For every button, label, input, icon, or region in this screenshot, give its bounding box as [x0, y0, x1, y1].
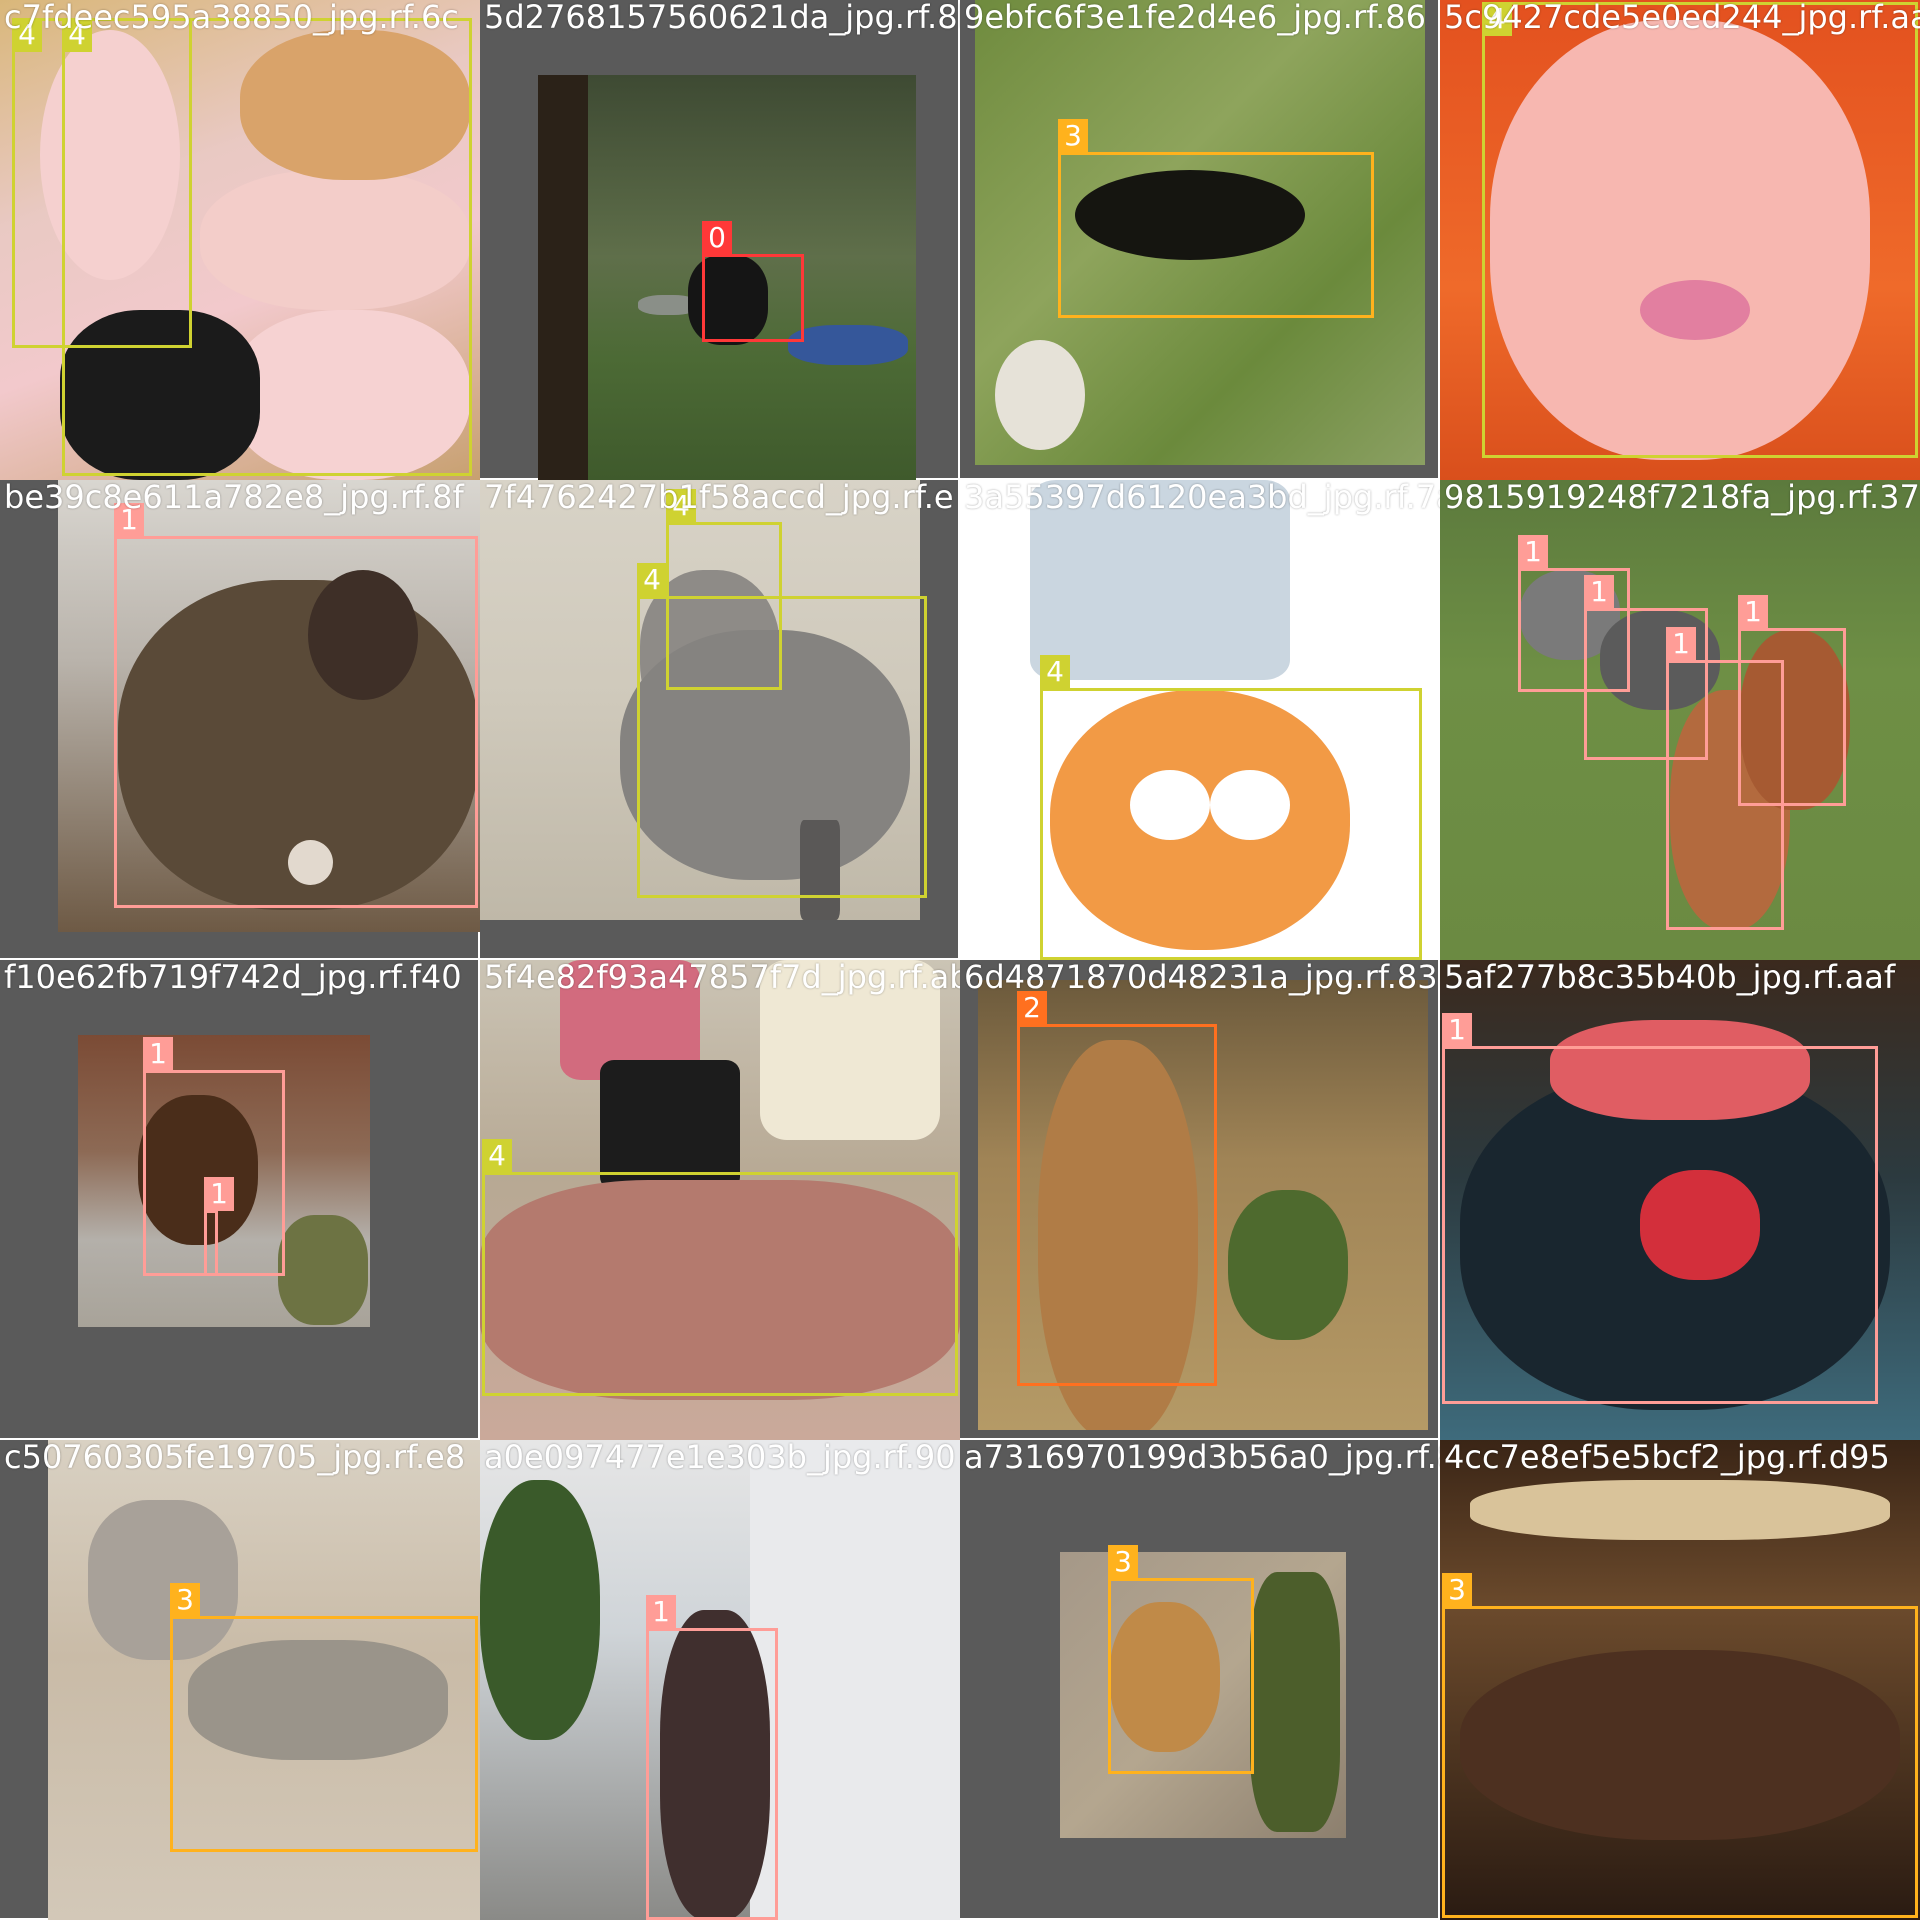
mosaic-tile: 9815919248f7218fa_jpg.rf.37 1 1 1 1 [1440, 480, 1920, 960]
mosaic-tile: 7f4762427b1f58accd_jpg.rf.e 4 4 [480, 480, 960, 960]
detection-class-label: 4 [62, 18, 92, 52]
photo-region [480, 1480, 600, 1740]
detection-class-label: 3 [1108, 1545, 1138, 1579]
detection-class-label: 4 [1040, 655, 1070, 689]
detection-box: 1 [204, 1177, 234, 1276]
mosaic-tile: 5af277b8c35b40b_jpg.rf.aaf 1 [1440, 960, 1920, 1440]
detection-class-label: 1 [1518, 535, 1548, 569]
tile-filename: f10e62fb719f742d_jpg.rf.f40 [4, 960, 462, 996]
photo-region [538, 75, 588, 480]
detection-class-label: 4 [12, 18, 42, 52]
mosaic-tile: 9ebfc6f3e1fe2d4e6_jpg.rf.86 3 [960, 0, 1440, 480]
detection-class-label: 4 [482, 1139, 512, 1173]
detection-box: 0 [702, 221, 804, 342]
mosaic-tile: a7316970199d3b56a0_jpg.rf.8b 3 [960, 1440, 1440, 1920]
detection-box: 1 [646, 1595, 778, 1920]
detection-box: 3 [1108, 1545, 1254, 1774]
detection-class-label: 4 [1482, 2, 1512, 36]
detection-box: 4 [1040, 655, 1422, 960]
detection-box: 2 [1017, 991, 1217, 1386]
mosaic-tile: 5f4e82f93a47857f7d_jpg.rf.ab 4 [480, 960, 960, 1440]
detection-box: 1 [1738, 595, 1846, 806]
detection-box: 3 [1442, 1573, 1918, 1918]
detection-class-label: 3 [1442, 1573, 1472, 1607]
mosaic-tile: c7fdeec595a38850_jpg.rf.6c 4 4 [0, 0, 480, 480]
detection-class-label: 3 [1058, 119, 1088, 153]
mosaic-tile: 6d4871870d48231a_jpg.rf.83 2 [960, 960, 1440, 1440]
detection-box: 4 [482, 1139, 958, 1396]
detection-box: 3 [170, 1583, 478, 1852]
tile-filename: 5d2768157560621da_jpg.rf.8b [484, 0, 960, 36]
detection-class-label: 3 [170, 1583, 200, 1617]
mosaic-tile: 5c9427cde5e0ed244_jpg.rf.aa 4 [1440, 0, 1920, 480]
photo-region [750, 1440, 960, 1920]
photo-region [760, 960, 940, 1140]
detection-box: 3 [1058, 119, 1374, 318]
mosaic-tile: a0e097477e1e303b_jpg.rf.90 1 [480, 1440, 960, 1920]
detection-box: 1 [1442, 1013, 1878, 1404]
mosaic-tile: 5d2768157560621da_jpg.rf.8b 0 [480, 0, 960, 480]
detection-box: 4 [62, 18, 472, 476]
photo-region [995, 340, 1085, 450]
detection-class-label: 4 [666, 489, 696, 523]
photo-region [788, 325, 908, 365]
mosaic-tile: f10e62fb719f742d_jpg.rf.f40 1 1 [0, 960, 480, 1440]
detection-class-label: 1 [1738, 595, 1768, 629]
detection-box: 4 [637, 563, 927, 898]
detection-box: 1 [114, 503, 478, 908]
detection-class-label: 1 [204, 1177, 234, 1211]
detection-class-label: 1 [646, 1595, 676, 1629]
photo-region [1228, 1190, 1348, 1340]
detection-class-label: 0 [702, 221, 732, 255]
detection-class-label: 1 [143, 1037, 173, 1071]
mosaic-tile: 4cc7e8ef5e5bcf2_jpg.rf.d95 3 [1440, 1440, 1920, 1920]
tile-filename: a7316970199d3b56a0_jpg.rf.8b [964, 1440, 1440, 1476]
detection-class-label: 1 [1584, 575, 1614, 609]
mosaic-tile: be39c8e611a782e8_jpg.rf.8f 1 [0, 480, 480, 960]
detection-class-label: 1 [1666, 627, 1696, 661]
mosaic-grid: c7fdeec595a38850_jpg.rf.6c 4 4 5d2768157560… [0, 0, 1920, 1920]
detection-class-label: 4 [637, 563, 667, 597]
detection-class-label: 1 [1442, 1013, 1472, 1047]
photo-region [1250, 1572, 1340, 1832]
mosaic-tile: c50760305fe19705_jpg.rf.e8 3 [0, 1440, 480, 1920]
detection-box: 4 [1482, 2, 1918, 458]
detection-class-label: 1 [114, 503, 144, 537]
photo-region [1030, 480, 1290, 680]
mosaic-tile: 3a55397d6120ea3bd_jpg.rf.7a 4 [960, 480, 1440, 960]
photo-region [278, 1215, 368, 1325]
photo-region [600, 1060, 740, 1190]
detection-class-label: 2 [1017, 991, 1047, 1025]
photo-region [1470, 1480, 1890, 1540]
